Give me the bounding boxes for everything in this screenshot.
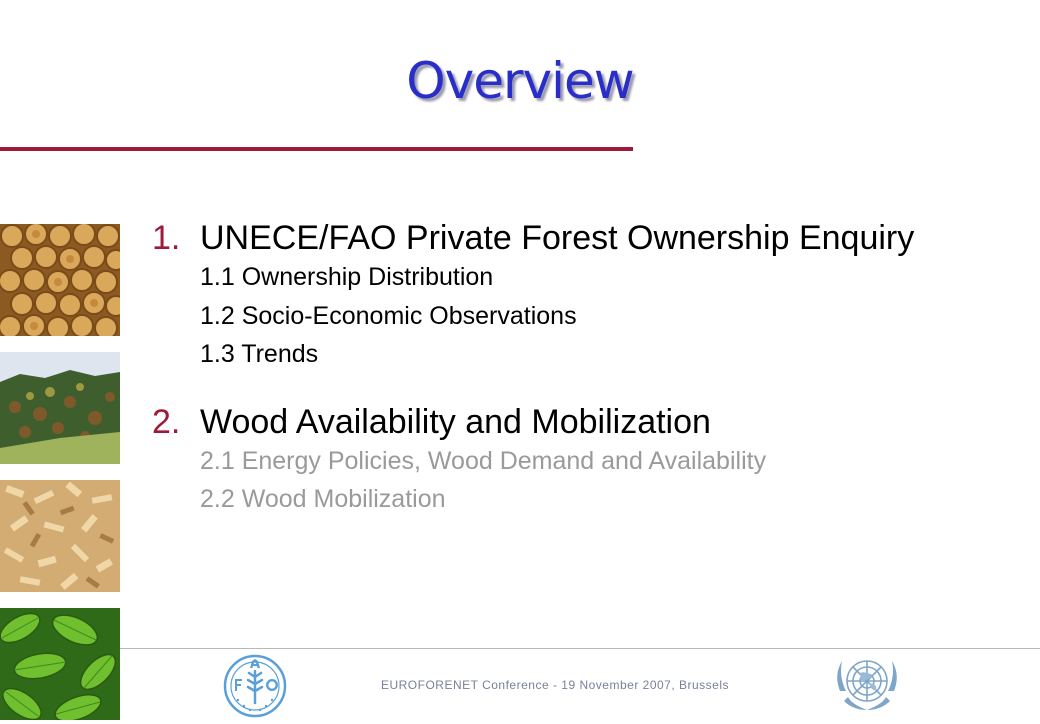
forest-hillside-photo [0, 352, 120, 464]
un-emblem [830, 651, 904, 715]
agenda-item-number: 2. [152, 402, 181, 441]
agenda-item-title: UNECE/FAO Private Forest Ownership Enqui… [200, 219, 915, 257]
agenda-item-title: Wood Availability and Mobilization [200, 402, 711, 441]
agenda-item-heading: 1. UNECE/FAO Private Forest Ownership En… [152, 218, 1032, 258]
fao-logo [222, 653, 288, 719]
agenda-subitem: 1.3 Trends [200, 340, 319, 368]
slide-title: Overview [406, 52, 634, 110]
footer-caption: EUROFORENET Conference - 19 November 200… [380, 678, 730, 692]
agenda-item-1: 1. UNECE/FAO Private Forest Ownership En… [152, 218, 1032, 374]
agenda-subitem: 2.1 Energy Policies, Wood Demand and Ava… [200, 446, 767, 475]
log-stack-photo [0, 224, 120, 336]
agenda-item-number: 1. [152, 219, 181, 257]
agenda-subitem-list: 1.1 Ownership Distribution 1.2 Socio-Eco… [200, 258, 1032, 374]
agenda-subitem: 1.2 Socio-Economic Observations [200, 301, 577, 330]
agenda-item-2: 2. Wood Availability and Mobilization 2.… [152, 402, 1032, 519]
agenda-subitem: 1.1 Ownership Distribution [200, 263, 494, 291]
agenda-item-heading: 2. Wood Availability and Mobilization [152, 402, 1032, 442]
green-leaves-photo [0, 608, 120, 720]
agenda-subitem: 2.2 Wood Mobilization [200, 485, 446, 513]
agenda-list: 1. UNECE/FAO Private Forest Ownership En… [152, 218, 1032, 519]
wood-chips-photo [0, 480, 120, 592]
title-divider [0, 147, 633, 151]
agenda-subitem-list: 2.1 Energy Policies, Wood Demand and Ava… [200, 442, 1032, 519]
footer-divider [120, 648, 1040, 649]
